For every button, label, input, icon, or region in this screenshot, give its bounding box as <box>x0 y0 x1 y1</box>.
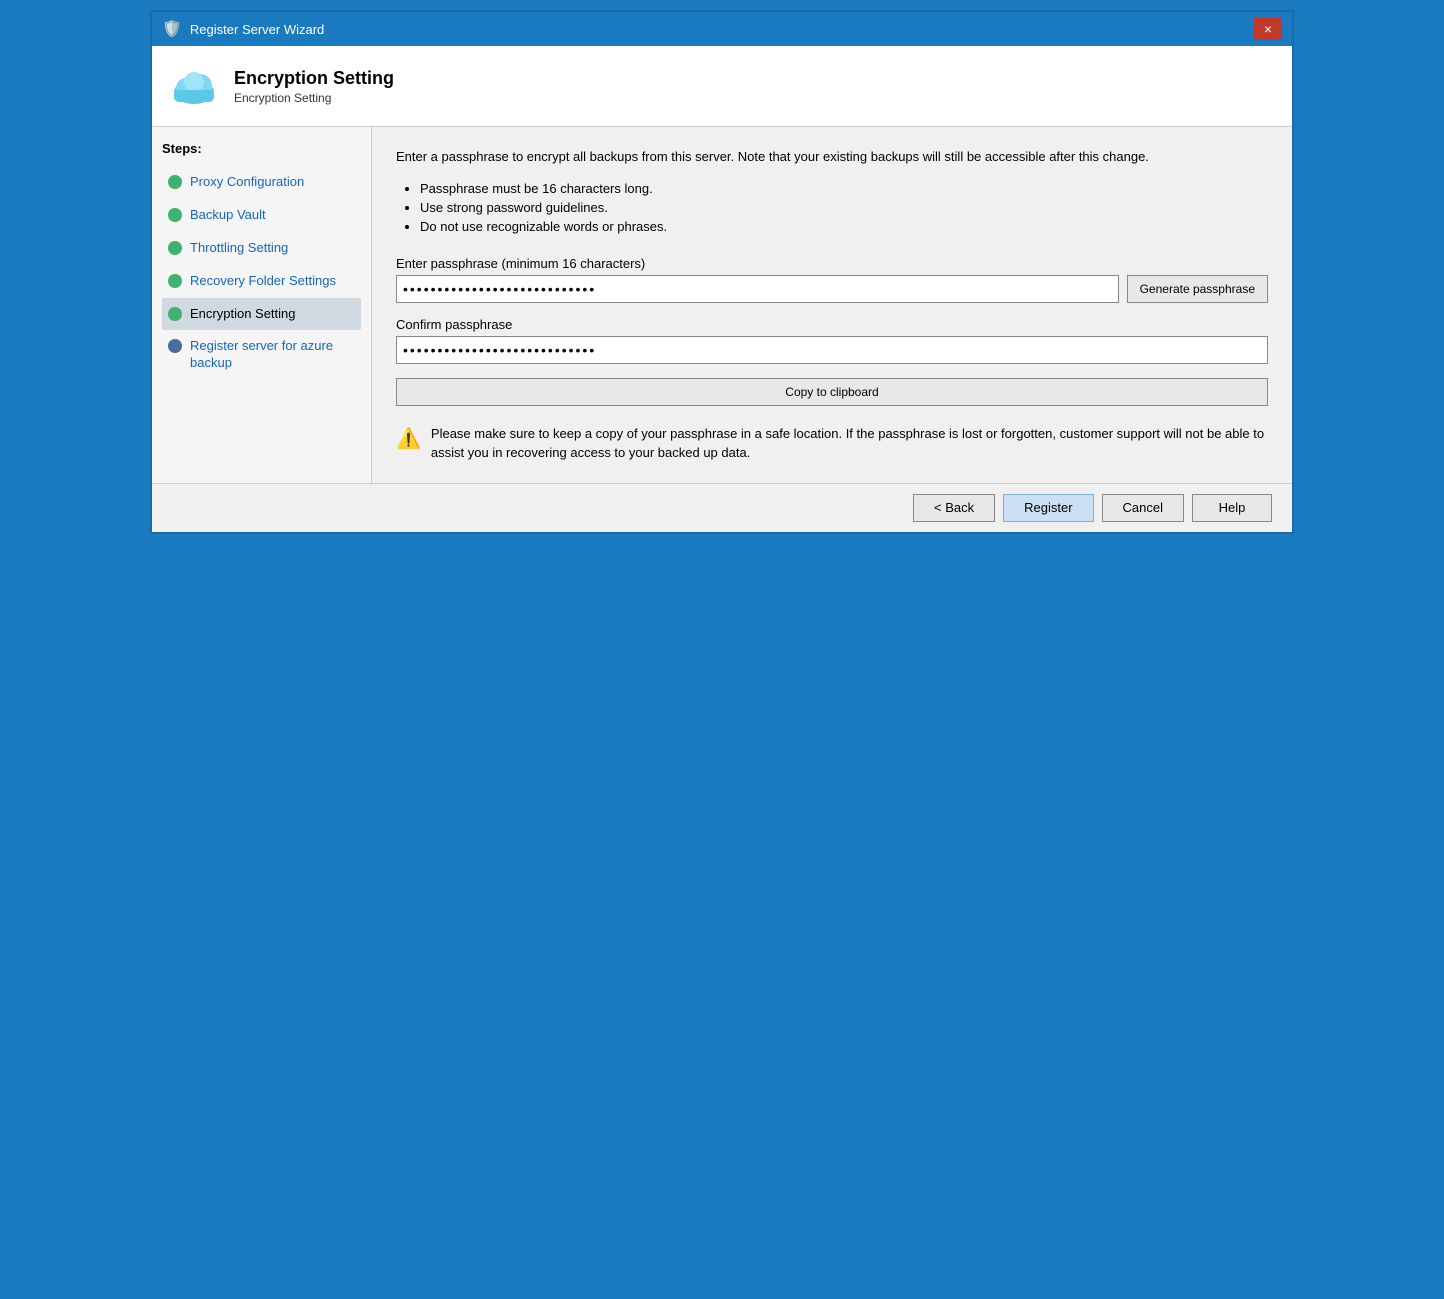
sidebar-item-backup-vault[interactable]: Backup Vault <box>162 199 361 232</box>
bullet-item-1: Passphrase must be 16 characters long. <box>420 181 1268 196</box>
generate-passphrase-button[interactable]: Generate passphrase <box>1127 275 1268 303</box>
dot-register <box>168 339 182 353</box>
warning-icon: ⚠️ <box>396 426 421 451</box>
steps-label: Steps: <box>162 141 361 156</box>
sidebar-item-proxy-configuration[interactable]: Proxy Configuration <box>162 166 361 199</box>
dot-encryption <box>168 307 182 321</box>
sidebar-item-encryption-setting[interactable]: Encryption Setting <box>162 298 361 331</box>
warning-box: ⚠️ Please make sure to keep a copy of yo… <box>396 424 1268 463</box>
confirm-label: Confirm passphrase <box>396 317 1268 332</box>
dot-backup <box>168 208 182 222</box>
cloud-icon <box>168 60 220 112</box>
passphrase-input[interactable] <box>396 275 1119 303</box>
bullet-list: Passphrase must be 16 characters long. U… <box>396 181 1268 238</box>
content-area: Steps: Proxy Configuration Backup Vault … <box>152 127 1292 483</box>
footer: < Back Register Cancel Help <box>152 483 1292 532</box>
bullet-item-3: Do not use recognizable words or phrases… <box>420 219 1268 234</box>
main-panel: Enter a passphrase to encrypt all backup… <box>372 127 1292 483</box>
app-icon: 🛡️ <box>162 19 182 39</box>
confirm-passphrase-input[interactable] <box>396 336 1268 364</box>
copy-to-clipboard-button[interactable]: Copy to clipboard <box>396 378 1268 406</box>
sidebar-label-encryption: Encryption Setting <box>190 306 296 323</box>
close-button[interactable]: × <box>1254 18 1282 40</box>
dot-recovery <box>168 274 182 288</box>
wizard-header: Encryption Setting Encryption Setting <box>152 46 1292 127</box>
header-text: Encryption Setting Encryption Setting <box>234 68 394 105</box>
sidebar-label-proxy: Proxy Configuration <box>190 174 304 191</box>
bullet-item-2: Use strong password guidelines. <box>420 200 1268 215</box>
dot-proxy <box>168 175 182 189</box>
cancel-button[interactable]: Cancel <box>1102 494 1184 522</box>
passphrase-label: Enter passphrase (minimum 16 characters) <box>396 256 1268 271</box>
help-button[interactable]: Help <box>1192 494 1272 522</box>
dot-throttling <box>168 241 182 255</box>
sidebar-item-throttling-setting[interactable]: Throttling Setting <box>162 232 361 265</box>
header-icon <box>168 60 220 112</box>
passphrase-row: Generate passphrase <box>396 275 1268 303</box>
title-bar: 🛡️ Register Server Wizard × <box>152 12 1292 46</box>
header-title: Encryption Setting <box>234 68 394 89</box>
wizard-window: 🛡️ Register Server Wizard × Encryption S… <box>150 10 1294 534</box>
warning-text: Please make sure to keep a copy of your … <box>431 424 1268 463</box>
sidebar-item-register-server[interactable]: Register server for azure backup <box>162 330 361 380</box>
sidebar-label-register: Register server for azure backup <box>190 338 355 372</box>
window-title: Register Server Wizard <box>190 22 324 37</box>
sidebar-label-recovery: Recovery Folder Settings <box>190 273 336 290</box>
register-button[interactable]: Register <box>1003 494 1093 522</box>
title-bar-left: 🛡️ Register Server Wizard <box>162 19 324 39</box>
back-button[interactable]: < Back <box>913 494 995 522</box>
description-text: Enter a passphrase to encrypt all backup… <box>396 147 1268 167</box>
sidebar-label-backup: Backup Vault <box>190 207 266 224</box>
header-subtitle: Encryption Setting <box>234 91 394 105</box>
sidebar-item-recovery-folder-settings[interactable]: Recovery Folder Settings <box>162 265 361 298</box>
sidebar: Steps: Proxy Configuration Backup Vault … <box>152 127 372 483</box>
sidebar-label-throttling: Throttling Setting <box>190 240 288 257</box>
